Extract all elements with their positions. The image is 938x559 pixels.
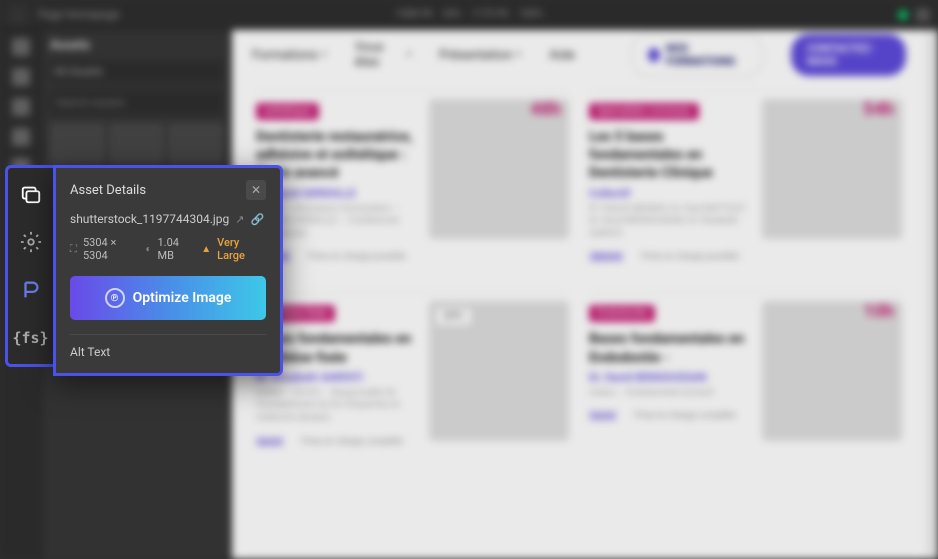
dpc-badge: DPC: [435, 307, 472, 326]
course-author: Dr. David BENSOUSSAN: [589, 371, 750, 384]
warning-icon: ▲: [201, 244, 211, 255]
link-icon[interactable]: 🔗: [251, 213, 265, 226]
rail-icon-components[interactable]: [12, 98, 30, 116]
rail-icon-pages[interactable]: [12, 68, 30, 86]
settings-icon[interactable]: [916, 8, 930, 22]
optimize-image-button[interactable]: ℗ Optimize Image: [70, 276, 266, 320]
popup-side-rail: {fs}: [5, 165, 53, 367]
asset-details-popup: Asset Details ✕ shutterstock_1197744304.…: [53, 165, 283, 376]
course-title: Les 5 bases fondamentales en Dentisterie…: [589, 128, 750, 183]
duration-label: 10h: [863, 301, 894, 322]
course-price: 3800€: [589, 250, 623, 264]
course-tag: Prise en charge complète: [301, 437, 403, 447]
popup-title: Asset Details: [70, 183, 146, 198]
nav-item-presentation[interactable]: Présentation▾: [439, 48, 521, 63]
nav-item-vous-etes[interactable]: Vous êtes▾: [355, 40, 412, 70]
image-manager-icon[interactable]: [17, 180, 45, 208]
size-warning: Very Large: [217, 236, 266, 262]
asset-filename: shutterstock_1197744304.jpg: [70, 212, 229, 226]
close-button[interactable]: ✕: [246, 180, 266, 200]
course-image: [429, 99, 569, 239]
course-image: DPC: [429, 301, 569, 441]
nav-item-formations[interactable]: Formations▾: [252, 48, 327, 63]
course-card[interactable]: esthétique 48h Dentisterie restauratrice…: [256, 90, 569, 272]
dimensions-icon: ⛶: [70, 244, 77, 255]
asset-size: 1.04 MB: [157, 236, 195, 262]
design-canvas[interactable]: Formations▾ Vous êtes▾ Présentation▾ Aid…: [232, 30, 926, 559]
course-price: 560€: [256, 435, 283, 449]
course-tag: Prise en charge possible: [641, 252, 739, 262]
course-tag: Prise en charge complète: [634, 411, 736, 421]
finsweet-icon[interactable]: {fs}: [17, 324, 45, 352]
course-meta: Pr. Patrick MISSIKA, Dr. Paul MATTOUT, D…: [589, 203, 750, 241]
settings-gear-icon[interactable]: [17, 228, 45, 256]
assets-search-input[interactable]: Search assets: [50, 90, 223, 115]
category-badge: esthétique: [256, 103, 319, 120]
duration-label: 48h: [530, 99, 561, 120]
external-link-icon[interactable]: ↗: [235, 213, 244, 226]
course-author: Collectif: [589, 187, 750, 200]
pixel-icon[interactable]: [17, 276, 45, 304]
asset-thumb[interactable]: [50, 123, 105, 163]
course-title: Bases fondamentales en Endodontie -: [589, 330, 750, 366]
course-meta: Auteur — Endodontiste Exclusif: [589, 387, 750, 400]
asset-dimensions: 5304 × 5304: [83, 236, 139, 262]
alt-text-section-label: Alt Text: [70, 334, 266, 359]
course-card[interactable]: Spécialités connexes 54h Les 5 bases fon…: [589, 90, 902, 272]
course-meta: Auteur — PU-PH — Responsable de l'enseig…: [256, 387, 417, 425]
top-bar: Page Homepage 1588 PX 65% 1175 PX 100%: [0, 0, 938, 30]
optimize-button-label: Optimize Image: [133, 290, 232, 306]
nos-formations-button[interactable]: NOS FORMATIONS: [631, 33, 763, 77]
assets-panel-title: Assets: [50, 38, 223, 53]
optimize-icon: ℗: [105, 288, 125, 308]
course-image: [762, 301, 902, 441]
viewport-controls[interactable]: 1588 PX 65% 1175 PX 100%: [395, 9, 543, 20]
duration-label: 54h: [863, 99, 894, 120]
contactez-nous-button[interactable]: CONTACTEZ-NOUS: [791, 34, 906, 76]
site-nav: Formations▾ Vous êtes▾ Présentation▾ Aid…: [232, 30, 926, 80]
size-icon: ◐: [145, 244, 151, 255]
course-tag: Prise en charge possible: [308, 252, 406, 262]
webflow-logo[interactable]: [8, 5, 28, 25]
asset-thumb[interactable]: [109, 123, 164, 163]
rail-icon-add[interactable]: [12, 38, 30, 56]
asset-thumb[interactable]: [168, 123, 223, 163]
page-name[interactable]: Homepage: [66, 8, 120, 21]
course-card[interactable]: Prothèse fixée 10h Bases fondamentales e…: [256, 292, 569, 456]
status-dot: [898, 10, 908, 20]
nav-item-aide[interactable]: Aide: [549, 48, 575, 63]
rail-icon-assets[interactable]: [12, 128, 30, 146]
course-card[interactable]: Endodontie 10h Bases fondamentales en En…: [589, 292, 902, 456]
assets-filter-dropdown[interactable]: All Assets: [50, 61, 223, 82]
category-badge: Spécialités connexes: [589, 103, 699, 120]
page-label: Page: [38, 8, 63, 21]
category-badge: Endodontie: [589, 305, 655, 322]
course-price: 560€: [589, 409, 616, 423]
course-image: [762, 99, 902, 239]
right-scrollbar[interactable]: [926, 30, 938, 559]
